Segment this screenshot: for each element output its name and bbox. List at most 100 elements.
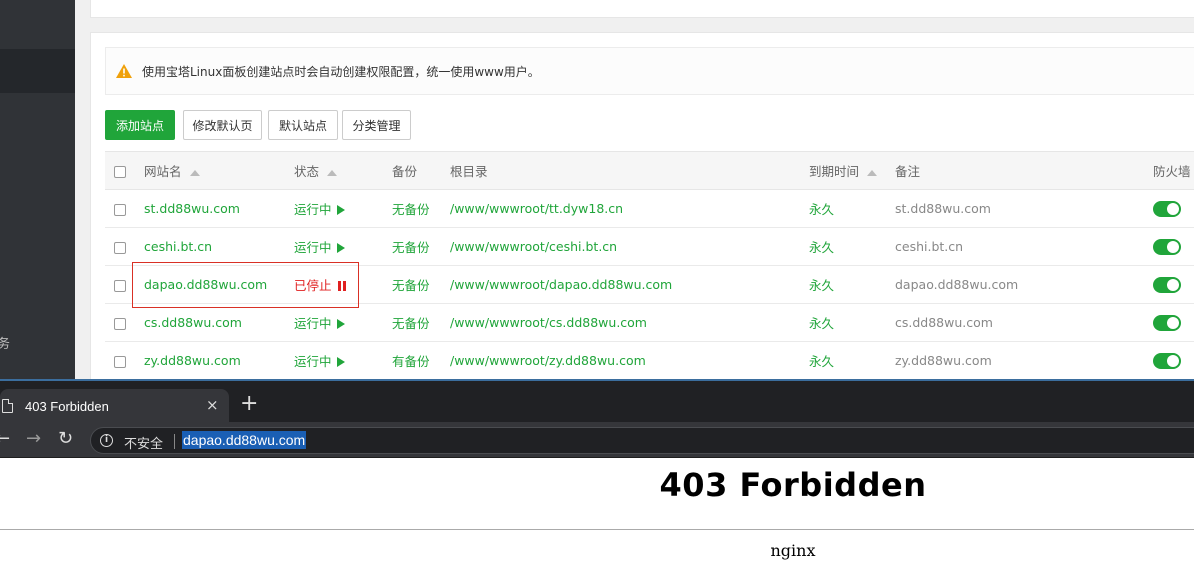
select-all-cell bbox=[105, 151, 144, 190]
site-expire[interactable]: 永久 bbox=[809, 303, 895, 342]
info-icon[interactable]: i bbox=[100, 434, 113, 447]
row-checkbox[interactable] bbox=[114, 317, 126, 330]
firewall-cell bbox=[1153, 189, 1194, 228]
site-root-dir[interactable]: /www/wwwroot/ceshi.bt.cn bbox=[450, 227, 809, 266]
table-row: dapao.dd88wu.com 已停止 无备份/www/wwwroot/dapao… bbox=[105, 265, 1194, 304]
site-status[interactable]: 运行中 bbox=[294, 341, 392, 380]
table-row: zy.dd88wu.com 运行中 有备份/www/wwwroot/zy.dd88w… bbox=[105, 341, 1194, 380]
play-icon[interactable] bbox=[336, 243, 345, 253]
browser-tab[interactable]: 403 Forbidden × bbox=[0, 389, 229, 424]
firewall-toggle[interactable] bbox=[1153, 200, 1181, 217]
close-icon[interactable]: × bbox=[206, 396, 219, 414]
row-checkbox[interactable] bbox=[114, 279, 126, 292]
site-backup[interactable]: 无备份 bbox=[392, 189, 450, 228]
row-select-cell bbox=[105, 303, 144, 342]
row-select-cell bbox=[105, 227, 144, 266]
default-site-button[interactable]: 默认站点 bbox=[268, 110, 338, 140]
page-heading: 403 Forbidden bbox=[659, 466, 927, 504]
site-backup[interactable]: 有备份 bbox=[392, 341, 450, 380]
site-expire[interactable]: 永久 bbox=[809, 189, 895, 228]
firewall-cell bbox=[1153, 227, 1194, 266]
row-checkbox[interactable] bbox=[114, 355, 126, 368]
sort-up-icon bbox=[327, 169, 338, 176]
tab-strip: 403 Forbidden × + bbox=[0, 379, 1194, 424]
site-expire[interactable]: 永久 bbox=[809, 227, 895, 266]
select-all-checkbox[interactable] bbox=[114, 165, 126, 178]
server-panel: 务 使用宝塔Linux面板创建站点时会自动创建权限配置，统一使用www用户。 添… bbox=[0, 0, 1194, 380]
site-status[interactable]: 运行中 bbox=[294, 189, 392, 228]
warning-icon bbox=[116, 64, 132, 78]
site-name[interactable]: zy.dd88wu.com bbox=[144, 341, 294, 380]
row-select-cell bbox=[105, 189, 144, 228]
reload-icon[interactable]: ↻ bbox=[58, 428, 73, 449]
sidebar: 务 bbox=[0, 0, 75, 380]
firewall-toggle[interactable] bbox=[1153, 352, 1181, 369]
site-note[interactable]: cs.dd88wu.com bbox=[895, 303, 1153, 342]
sidebar-active-item[interactable] bbox=[0, 49, 75, 93]
site-status[interactable]: 已停止 bbox=[294, 265, 392, 304]
site-name[interactable]: st.dd88wu.com bbox=[144, 189, 294, 228]
site-root-dir[interactable]: /www/wwwroot/dapao.dd88wu.com bbox=[450, 265, 809, 304]
row-checkbox[interactable] bbox=[114, 241, 126, 254]
table-row: ceshi.bt.cn 运行中 无备份/www/wwwroot/ceshi.bt.c… bbox=[105, 227, 1194, 266]
site-name[interactable]: cs.dd88wu.com bbox=[144, 303, 294, 342]
site-root-dir[interactable]: /www/wwwroot/zy.dd88wu.com bbox=[450, 341, 809, 380]
header-root-dir: 根目录 bbox=[450, 151, 809, 190]
add-site-button[interactable]: 添加站点 bbox=[105, 110, 175, 140]
pause-icon[interactable] bbox=[337, 281, 346, 291]
table-row: st.dd88wu.com 运行中 无备份/www/wwwroot/tt.dyw18… bbox=[105, 189, 1194, 228]
header-site-name[interactable]: 网站名 bbox=[144, 151, 294, 190]
firewall-cell bbox=[1153, 265, 1194, 304]
table-header-row: 网站名 状态 备份 根目录 到期时间 备注 防火墙 bbox=[105, 151, 1194, 190]
play-icon[interactable] bbox=[336, 205, 345, 215]
table-row: cs.dd88wu.com 运行中 无备份/www/wwwroot/cs.dd88w… bbox=[105, 303, 1194, 342]
site-status[interactable]: 运行中 bbox=[294, 303, 392, 342]
site-note[interactable]: ceshi.bt.cn bbox=[895, 227, 1153, 266]
site-status[interactable]: 运行中 bbox=[294, 227, 392, 266]
top-card bbox=[90, 0, 1194, 18]
security-label[interactable]: 不安全 bbox=[124, 433, 163, 452]
site-note[interactable]: zy.dd88wu.com bbox=[895, 341, 1153, 380]
site-root-dir[interactable]: /www/wwwroot/cs.dd88wu.com bbox=[450, 303, 809, 342]
divider bbox=[0, 529, 1194, 530]
server-signature: nginx bbox=[770, 541, 816, 560]
firewall-toggle[interactable] bbox=[1153, 314, 1181, 331]
browser-window: 403 Forbidden × + ← → ↻ i 不安全 dapao.dd88… bbox=[0, 379, 1194, 575]
site-note[interactable]: dapao.dd88wu.com bbox=[895, 265, 1153, 304]
header-expire[interactable]: 到期时间 bbox=[809, 151, 895, 190]
site-name[interactable]: dapao.dd88wu.com bbox=[144, 265, 294, 304]
firewall-cell bbox=[1153, 303, 1194, 342]
divider bbox=[174, 434, 175, 449]
sort-up-icon bbox=[189, 169, 200, 176]
row-select-cell bbox=[105, 265, 144, 304]
header-status[interactable]: 状态 bbox=[294, 151, 392, 190]
category-manage-button[interactable]: 分类管理 bbox=[342, 110, 411, 140]
url-text[interactable]: dapao.dd88wu.com bbox=[182, 431, 307, 449]
site-backup[interactable]: 无备份 bbox=[392, 265, 450, 304]
back-icon[interactable]: ← bbox=[0, 428, 10, 449]
header-note: 备注 bbox=[895, 151, 1153, 190]
firewall-toggle[interactable] bbox=[1153, 276, 1181, 293]
site-expire[interactable]: 永久 bbox=[809, 341, 895, 380]
notice-banner: 使用宝塔Linux面板创建站点时会自动创建权限配置，统一使用www用户。 bbox=[105, 47, 1194, 95]
play-icon[interactable] bbox=[336, 357, 345, 367]
play-icon[interactable] bbox=[336, 319, 345, 329]
site-backup[interactable]: 无备份 bbox=[392, 303, 450, 342]
sort-up-icon bbox=[867, 169, 878, 176]
site-note[interactable]: st.dd88wu.com bbox=[895, 189, 1153, 228]
site-root-dir[interactable]: /www/wwwroot/tt.dyw18.cn bbox=[450, 189, 809, 228]
page-icon bbox=[2, 399, 13, 413]
sites-table: 网站名 状态 备份 根目录 到期时间 备注 防火墙 st.dd88wu.com 运… bbox=[105, 151, 1194, 380]
header-backup: 备份 bbox=[392, 151, 450, 190]
site-backup[interactable]: 无备份 bbox=[392, 227, 450, 266]
plus-icon[interactable]: + bbox=[240, 393, 258, 415]
site-expire[interactable]: 永久 bbox=[809, 265, 895, 304]
notice-text: 使用宝塔Linux面板创建站点时会自动创建权限配置，统一使用www用户。 bbox=[142, 64, 540, 79]
address-bar[interactable]: i 不安全 dapao.dd88wu.com bbox=[90, 427, 1194, 454]
modify-default-page-button[interactable]: 修改默认页 bbox=[183, 110, 262, 140]
site-name[interactable]: ceshi.bt.cn bbox=[144, 227, 294, 266]
sidebar-item-label[interactable]: 务 bbox=[0, 333, 10, 352]
row-checkbox[interactable] bbox=[114, 203, 126, 216]
forward-icon[interactable]: → bbox=[26, 428, 41, 449]
firewall-toggle[interactable] bbox=[1153, 238, 1181, 255]
